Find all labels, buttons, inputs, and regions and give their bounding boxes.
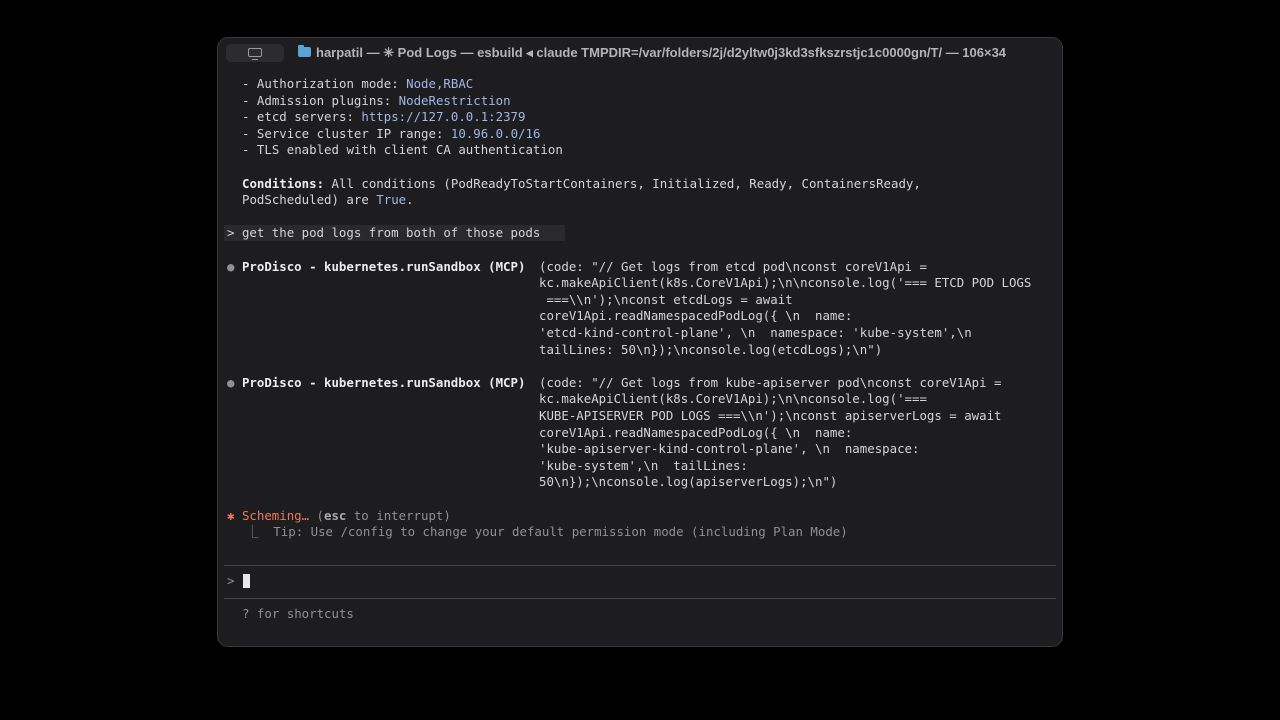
- tool-call-code-line: (code: "// Get logs from etcd pod\nconst…: [539, 258, 927, 274]
- conditions-end: .: [406, 192, 414, 208]
- config-value: NodeRestriction: [398, 92, 511, 108]
- config-line: - etcd servers: https://127.0.0.1:2379: [242, 109, 525, 126]
- tool-call-code-line: 'etcd-kind-control-plane', \n namespace:…: [539, 325, 972, 340]
- tool-call-code-line: 50\n});\nconsole.log(apiserverLogs);\n"): [539, 474, 838, 490]
- tip-text: Tip: Use /config to change your default …: [258, 524, 848, 540]
- conditions-text: All conditions (PodReadyToStartContainer…: [324, 175, 921, 191]
- config-label: Admission plugins:: [256, 92, 399, 108]
- tool-call-header: ● ProDisco - kubernetes.runSandbox (MCP): [227, 259, 525, 276]
- tool-call-code-line: tailLines: 50\n});\nconsole.log(etcdLogs…: [539, 341, 883, 357]
- conditions-text: PodScheduled) are: [242, 192, 377, 208]
- config-label: Service cluster IP range:: [256, 125, 451, 141]
- list-dash: -: [242, 76, 257, 91]
- tool-call-code-line: kc.makeApiClient(k8s.CoreV1Api);\n\ncons…: [539, 275, 1032, 291]
- status-paren: (: [309, 507, 324, 523]
- tip-corner-icon: ⎿: [246, 524, 259, 540]
- config-line: - TLS enabled with client CA authenticat…: [242, 142, 563, 159]
- config-label: TLS enabled with client CA authenticatio…: [256, 142, 563, 158]
- list-dash: -: [242, 109, 257, 125]
- conditions-line: Conditions: All conditions (PodReadyToSt…: [242, 176, 921, 193]
- list-dash: -: [242, 92, 257, 108]
- input-divider-bottom: [224, 598, 1056, 599]
- config-line: - Authorization mode: Node,RBAC: [242, 76, 473, 93]
- tool-call-code-line: kc.makeApiClient(k8s.CoreV1Api);\n\ncons…: [539, 391, 927, 407]
- status-label: Scheming…: [241, 507, 310, 523]
- conditions-line: PodScheduled) are True.: [242, 192, 414, 209]
- shortcuts-hint: ? for shortcuts: [242, 606, 354, 622]
- terminal-window: harpatil — ✳ Pod Logs — esbuild ◂ claude…: [217, 37, 1063, 647]
- config-label: Authorization mode:: [256, 76, 407, 91]
- text-cursor: [243, 574, 250, 588]
- config-value: 10.96.0.0/16: [450, 125, 541, 141]
- status-hint: to interrupt): [346, 507, 451, 523]
- input-line[interactable]: >: [227, 573, 234, 590]
- config-value: Node,RBAC: [406, 76, 474, 91]
- tool-call-name: ProDisco - kubernetes.runSandbox (MCP): [241, 374, 526, 390]
- input-caret: >: [227, 573, 235, 588]
- conditions-label: Conditions:: [242, 175, 325, 191]
- tool-call-code-line: KUBE-APISERVER POD LOGS ===\\n');\nconst…: [539, 408, 1002, 423]
- tool-call-code-line: (code: "// Get logs from kube-apiserver …: [539, 374, 1002, 390]
- tool-call-code-line: 'kube-system',\n tailLines:: [539, 457, 748, 473]
- tool-call-code-line: 'kube-apiserver-kind-control-plane', \n …: [539, 441, 920, 457]
- user-prompt: > get the pod logs from both of those po…: [227, 225, 540, 242]
- tool-call-name: ProDisco - kubernetes.runSandbox (MCP): [241, 258, 526, 274]
- config-line: - Service cluster IP range: 10.96.0.0/16: [242, 126, 540, 143]
- tool-call-code-line: ===\\n');\nconst etcdLogs = await: [539, 291, 793, 307]
- user-prompt-text: get the pod logs from both of those pods: [241, 225, 541, 241]
- tool-call-code-line: coreV1Api.readNamespacedPodLog({ \n name…: [539, 308, 853, 324]
- tool-call-code-line: coreV1Api.readNamespacedPodLog({ \n name…: [539, 424, 853, 440]
- status-line: ✱ Scheming… (esc to interrupt): [227, 508, 451, 525]
- config-value: https://127.0.0.1:2379: [361, 109, 526, 125]
- tip-line: ⎿ Tip: Use /config to change your defaul…: [246, 524, 848, 541]
- config-label: etcd servers:: [256, 109, 362, 125]
- list-dash: -: [242, 142, 257, 158]
- conditions-value: True: [376, 192, 407, 208]
- list-dash: -: [242, 125, 257, 141]
- terminal-content[interactable]: - Authorization mode: Node,RBAC - Admiss…: [218, 38, 1062, 646]
- config-line: - Admission plugins: NodeRestriction: [242, 93, 511, 110]
- status-key: esc: [324, 507, 347, 523]
- input-divider-top: [224, 565, 1056, 566]
- tool-call-header: ● ProDisco - kubernetes.runSandbox (MCP): [227, 375, 525, 392]
